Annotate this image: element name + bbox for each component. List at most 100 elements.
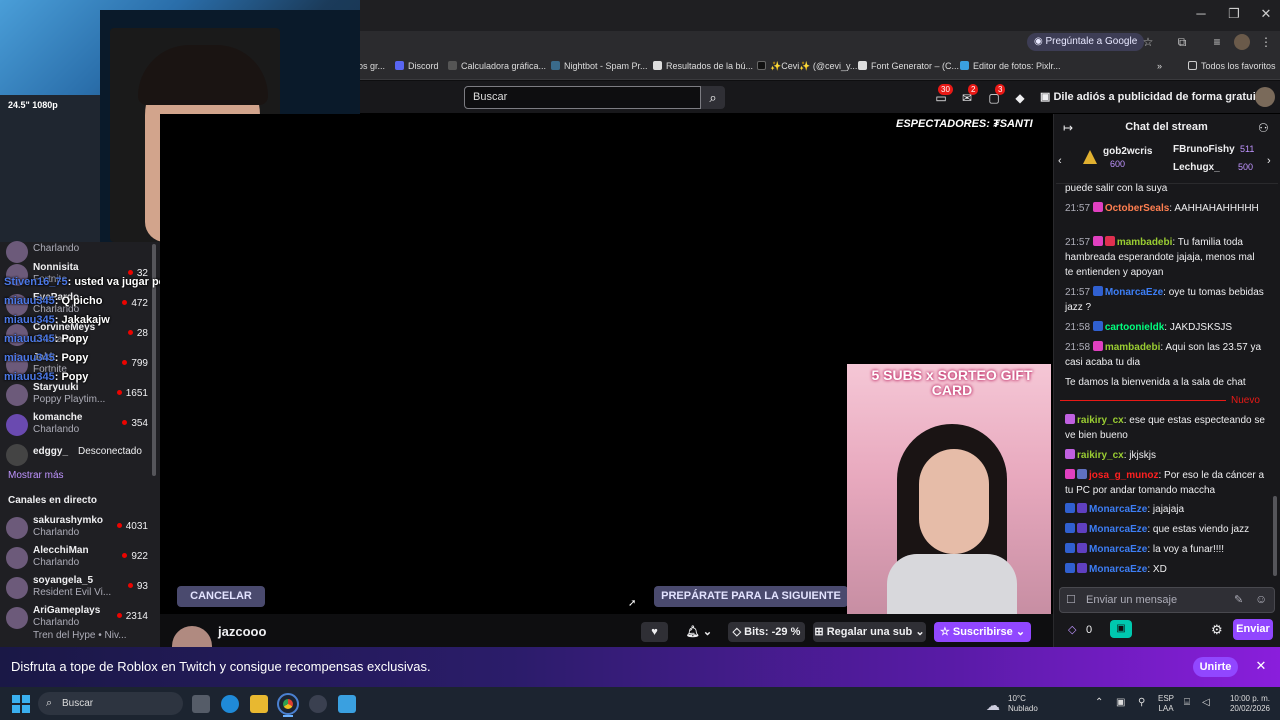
bookmarks-overflow-icon[interactable]: » bbox=[1157, 58, 1162, 74]
sidebar-channel-offline[interactable]: edggy_ Desconectado bbox=[6, 440, 152, 470]
weather-cloud-icon: ☁ bbox=[986, 697, 1000, 713]
chat-message: 21:57 OctoberSeals: AAHHAHAHHHHH bbox=[1065, 202, 1259, 214]
chrome-menu-icon[interactable]: ⋮ bbox=[1258, 34, 1274, 50]
user-avatar[interactable] bbox=[1255, 87, 1275, 107]
star-icon: ☆ bbox=[939, 626, 953, 638]
avatar bbox=[6, 577, 28, 599]
chevron-left-icon[interactable]: ‹ bbox=[1058, 155, 1062, 167]
avatar bbox=[6, 444, 28, 466]
heart-badge-icon bbox=[1065, 414, 1075, 424]
chat-message: MonarcaEze: jajajaja bbox=[1065, 502, 1265, 517]
bits-cheer-icon[interactable]: ✎ bbox=[1234, 593, 1243, 606]
emoji-icon[interactable]: ☺ bbox=[1255, 592, 1267, 606]
sub-badge-icon bbox=[1092, 341, 1103, 351]
chevron-right-icon[interactable]: › bbox=[1267, 155, 1271, 167]
sidebar-channel[interactable]: komanche Charlando 354 bbox=[6, 410, 152, 440]
chat-scrollbar[interactable] bbox=[1273, 496, 1277, 576]
emote-picker-icon[interactable]: ☐ bbox=[1066, 593, 1076, 606]
tray-overflow-icon[interactable]: ⌃ bbox=[1095, 697, 1103, 708]
join-button[interactable]: Unirte bbox=[1193, 657, 1238, 677]
channel-points-icon[interactable]: ◇ bbox=[1068, 623, 1076, 636]
google-lens-icon: ◉ bbox=[1034, 36, 1046, 47]
close-window-icon[interactable]: ✕ bbox=[1258, 6, 1274, 22]
all-favorites[interactable]: Todos los favoritos bbox=[1188, 58, 1276, 74]
chrome-icon[interactable] bbox=[277, 693, 299, 715]
gift-icon: ⊞ bbox=[814, 626, 827, 638]
overlay-chat-line: miauu345: Popy bbox=[4, 371, 89, 383]
taskbar-search-input[interactable]: Buscar bbox=[38, 692, 183, 715]
obs-icon[interactable] bbox=[309, 695, 327, 713]
clock[interactable]: 10:00 p. m. 20/02/2026 bbox=[1226, 694, 1270, 714]
file-explorer-icon[interactable] bbox=[250, 695, 268, 713]
network-icon[interactable]: ⌸ bbox=[1184, 697, 1190, 708]
gift-sub-button[interactable]: ⊞ Regalar una sub ⌄ bbox=[813, 622, 926, 642]
sidebar-live-channel[interactable]: soyangela_5 Resident Evil Vi... 93 bbox=[6, 573, 152, 603]
show-more-link[interactable]: Mostrar más bbox=[8, 470, 64, 481]
close-icon[interactable]: ✕ bbox=[1253, 658, 1269, 674]
top-cheerer[interactable]: Lechugx_ bbox=[1173, 162, 1220, 173]
prepare-next-button[interactable]: PREPÁRATE PARA LA SIGUIENTE bbox=[654, 586, 848, 607]
microphone-icon[interactable]: ⚲ bbox=[1138, 697, 1145, 708]
follow-heart-icon[interactable]: ♥ bbox=[641, 622, 668, 642]
avatar bbox=[6, 414, 28, 436]
search-icon[interactable]: ⌕ bbox=[701, 86, 725, 109]
hype-train-label: Tren del Hype • Niv... bbox=[33, 630, 127, 641]
sub-badge-icon bbox=[1065, 543, 1075, 553]
subscribe-button[interactable]: ☆ Suscribirse ⌄ bbox=[934, 622, 1031, 642]
channel-points-count: 0 bbox=[1086, 624, 1093, 636]
bookmark-item[interactable]: os gr... bbox=[358, 58, 385, 74]
restore-icon[interactable]: ❐ bbox=[1226, 6, 1242, 22]
chat-message: MonarcaEze: XD bbox=[1065, 562, 1265, 577]
viewers-overlay: ESPECTADORES: ₮SANTI bbox=[896, 118, 1033, 130]
bookmark-nightbot[interactable]: Nightbot - Spam Pr... bbox=[551, 58, 648, 74]
top-cheerer[interactable]: gob2wcris bbox=[1103, 146, 1152, 157]
notifications-bell-icon[interactable]: 🔔︎ ⌄ bbox=[679, 622, 719, 642]
chat-settings-gear-icon[interactable]: ⚙ bbox=[1211, 622, 1223, 638]
bits-button[interactable]: ◇ Bits: -29 % bbox=[728, 622, 805, 642]
search-input[interactable]: Buscar bbox=[464, 86, 701, 109]
weather-widget[interactable]: 10°C Nublado bbox=[1008, 694, 1038, 714]
profile-avatar-icon[interactable] bbox=[1234, 34, 1250, 50]
pixlr-app-icon[interactable] bbox=[338, 695, 356, 713]
sidebar-live-channel[interactable]: AlecchiMan Charlando 922 bbox=[6, 543, 152, 573]
volume-icon[interactable]: ◁ bbox=[1202, 697, 1210, 708]
points-reward-icon[interactable]: ▣ bbox=[1110, 620, 1132, 638]
bookmark-star-icon[interactable]: ☆ bbox=[1140, 34, 1156, 50]
media-icon[interactable]: ≡ bbox=[1209, 34, 1225, 50]
ask-google-button[interactable]: ◉ Pregúntale a Google bbox=[1027, 33, 1145, 51]
bookmark-tiktok[interactable]: ✨Cevi✨ (@cevi_y... bbox=[757, 58, 857, 74]
extensions-icon[interactable]: ⧉ bbox=[1174, 34, 1190, 50]
task-view-icon[interactable] bbox=[192, 695, 210, 713]
overlay-chat-line: miauu345: Q picho bbox=[4, 295, 103, 307]
sub-badge-icon bbox=[1065, 503, 1075, 513]
bookmark-fontgen[interactable]: Font Generator – (C... bbox=[858, 58, 959, 74]
cheer-amount: 511 bbox=[1240, 144, 1255, 154]
chat-message: 21:58 mambadebi: Aqui son las 23.57 ya c… bbox=[1065, 341, 1262, 368]
sidebar-live-channel[interactable]: sakurashymko Charlando 4031 bbox=[6, 513, 152, 543]
send-button[interactable]: Enviar bbox=[1233, 619, 1273, 640]
cursor-icon: ➚ bbox=[628, 598, 637, 609]
overlay-chat-line: miauu345: Popy bbox=[4, 333, 89, 345]
tray-app-icon[interactable]: ▣ bbox=[1116, 697, 1125, 708]
minimize-icon[interactable]: ─ bbox=[1193, 6, 1209, 22]
bookmark-calculadora[interactable]: Calculadora gráfica... bbox=[448, 58, 546, 74]
sidebar-live-channel[interactable]: AriGameplays Charlando 2314 bbox=[6, 603, 152, 633]
chat-message: josa_g_munoz: Por eso le da cáncer a tu … bbox=[1065, 469, 1265, 496]
bookmark-pixlr[interactable]: Editor de fotos: Pixlr... bbox=[960, 58, 1061, 74]
bookmark-discord[interactable]: Discord bbox=[395, 58, 439, 74]
community-icon[interactable]: ⚇ bbox=[1258, 121, 1269, 135]
top-cheerer[interactable]: FBrunoFishy bbox=[1173, 144, 1235, 155]
gift-badge-icon bbox=[1077, 543, 1087, 553]
windows-start-icon[interactable] bbox=[12, 695, 30, 713]
sidebar-channel[interactable]: Staryuuki Poppy Playtim... 1651 bbox=[6, 380, 152, 410]
adfree-link[interactable]: ▣ Dile adiós a publicidad de forma gratu… bbox=[1040, 88, 1266, 106]
document-icon bbox=[858, 61, 867, 70]
crown-icon[interactable]: ◆ bbox=[1011, 89, 1029, 107]
channel-name[interactable]: jazcooo bbox=[218, 624, 266, 639]
desmos-icon bbox=[448, 61, 457, 70]
bookmark-resultados[interactable]: Resultados de la bú... bbox=[653, 58, 753, 74]
language-indicator[interactable]: ESP LAA bbox=[1158, 694, 1174, 714]
cancel-button[interactable]: CANCELAR bbox=[177, 586, 265, 607]
gift-badge-icon bbox=[1077, 523, 1087, 533]
edge-icon[interactable] bbox=[221, 695, 239, 713]
